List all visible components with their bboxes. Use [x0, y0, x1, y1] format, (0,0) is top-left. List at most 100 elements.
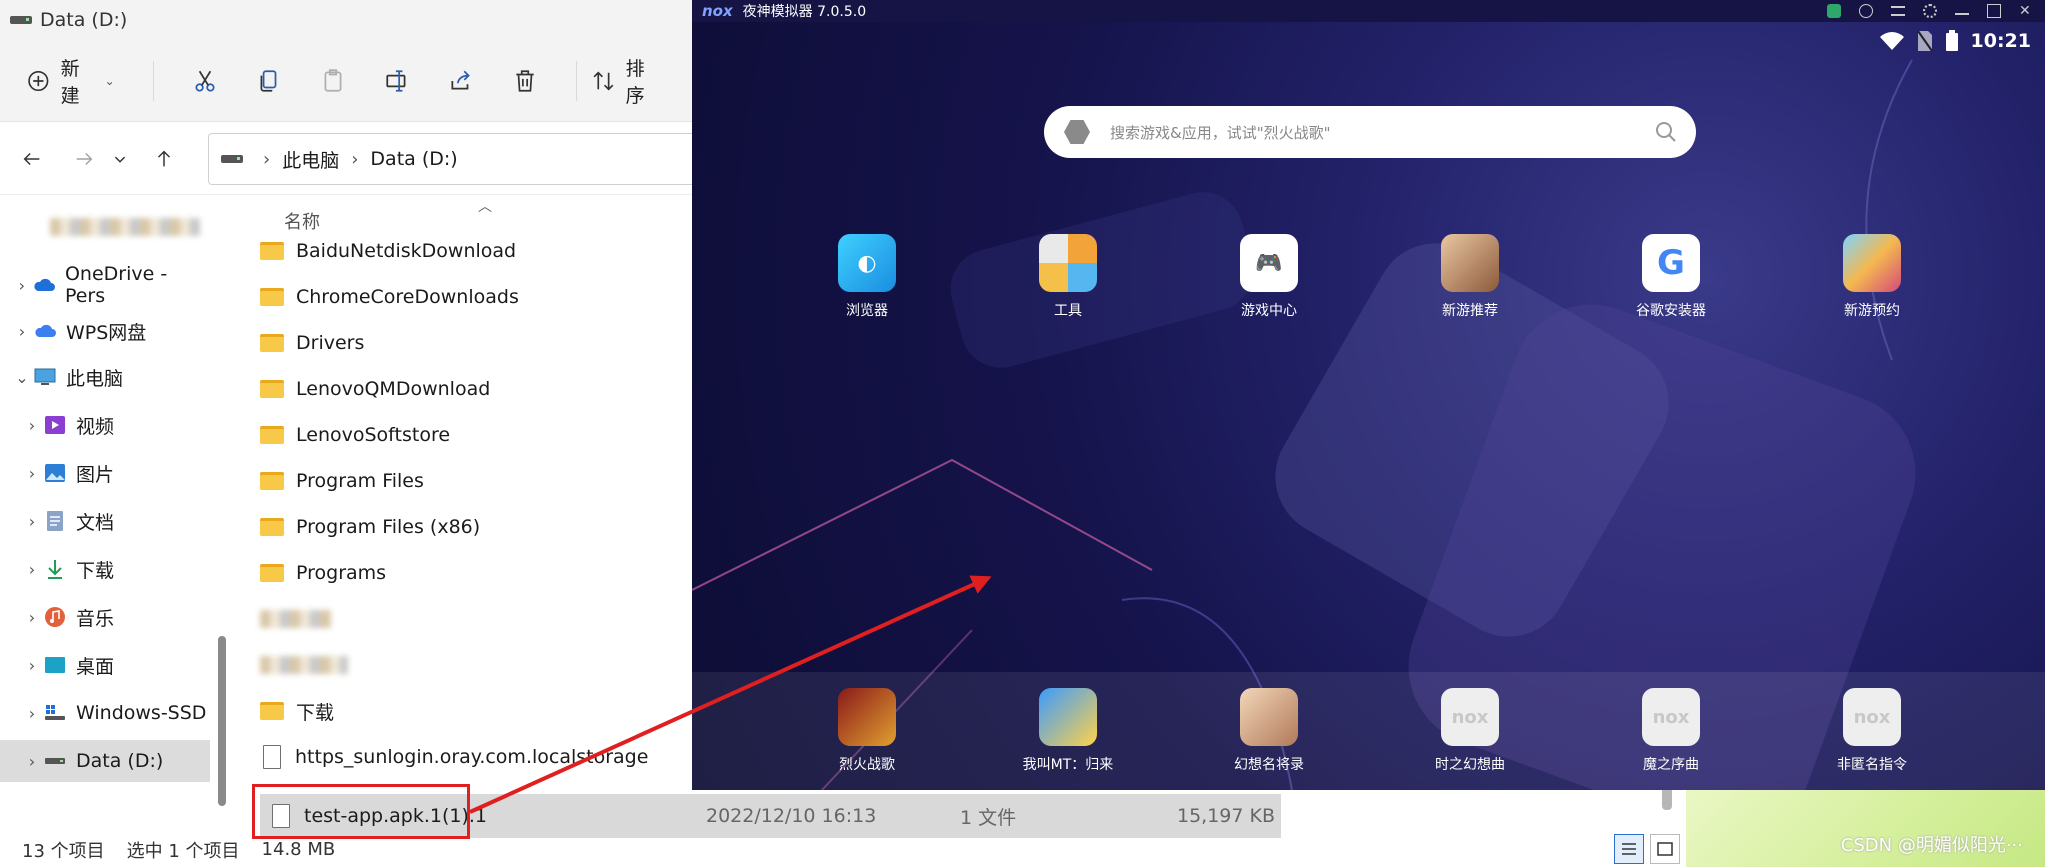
rename-button[interactable]	[384, 56, 410, 106]
game-character-icon	[1441, 234, 1499, 292]
minimize-icon[interactable]	[1955, 7, 1969, 15]
chevron-right-icon: ›	[28, 751, 36, 771]
list-item[interactable]: Program Files	[260, 460, 424, 502]
app-label: 谷歌安装器	[1636, 303, 1706, 319]
breadcrumb-this-pc[interactable]: 此电脑	[282, 146, 339, 173]
file-name: https_sunlogin.oray.com.localstorage	[295, 746, 649, 768]
nav-item-pictures[interactable]: › 图片	[0, 452, 210, 494]
app-dock-item[interactable]: 幻想名将录	[1199, 688, 1339, 774]
clock: 10:21	[1970, 30, 2031, 52]
app-google-installer[interactable]: G 谷歌安装器	[1601, 234, 1741, 320]
blurred-list-item[interactable]	[260, 644, 348, 686]
address-bar[interactable]: › 此电脑 › Data (D:)	[208, 133, 700, 185]
share-button[interactable]	[448, 56, 474, 106]
nav-item-downloads[interactable]: › 下载	[0, 548, 210, 590]
file-name: 下载	[296, 701, 335, 724]
app-label: 时之幻想曲	[1435, 757, 1505, 773]
nav-item-wps[interactable]: › WPS网盘	[0, 310, 210, 352]
nav-item-data-d[interactable]: › Data (D:)	[0, 740, 210, 782]
app-label: 幻想名将录	[1234, 757, 1304, 773]
nav-item-label: OneDrive - Pers	[64, 263, 168, 307]
breadcrumb-separator: ›	[351, 148, 359, 170]
download-arrow-icon	[42, 558, 68, 580]
app-label: 工具	[1054, 303, 1082, 319]
app-search-bar[interactable]: 搜索游戏&应用，试试"烈火战歌"	[1044, 106, 1696, 158]
browser-icon: ◐	[838, 234, 896, 292]
sort-button[interactable]: 排序	[591, 56, 662, 107]
thumbnail-view-button[interactable]	[1650, 834, 1680, 864]
watermark: CSDN @明媚似阳光···	[1840, 835, 2023, 856]
nav-item-onedrive[interactable]: › OneDrive - Pers	[0, 263, 210, 307]
list-item[interactable]: LenovoSoftstore	[260, 414, 450, 456]
app-game-center[interactable]: 🎮 游戏中心	[1199, 234, 1339, 320]
explorer-title-bar: Data (D:)	[0, 0, 700, 40]
nav-item-this-pc[interactable]: ⌄ 此电脑	[0, 356, 210, 398]
list-item[interactable]: LenovoQMDownload	[260, 368, 490, 410]
nox-logo: nox	[702, 2, 733, 20]
command-bar: 新建 ⌄ 排序	[0, 40, 700, 122]
nox-hex-logo-icon	[1064, 120, 1090, 144]
copy-icon	[260, 69, 277, 92]
nav-item-windows-ssd[interactable]: › Windows-SSD	[0, 692, 210, 734]
list-item[interactable]: https_sunlogin.oray.com.localstorage	[260, 736, 648, 778]
list-item[interactable]: 下载	[260, 690, 334, 732]
delete-button[interactable]	[512, 56, 538, 106]
nav-item-music[interactable]: › 音乐	[0, 596, 210, 638]
windows-drive-icon	[42, 702, 68, 724]
maximize-icon[interactable]	[1987, 4, 2001, 18]
navigation-row: › 此电脑 › Data (D:)	[0, 123, 700, 195]
folder-icon	[260, 426, 284, 444]
app-dock-item[interactable]: nox 魔之序曲	[1601, 688, 1741, 774]
nav-scrollbar[interactable]	[218, 636, 226, 806]
back-button[interactable]	[12, 139, 52, 179]
android-status-bar: 10:21	[1867, 30, 2031, 52]
status-bar: 13 个项目 选中 1 个项目 14.8 MB	[0, 832, 1700, 867]
chevron-down-icon: ⌄	[104, 73, 115, 88]
list-item[interactable]: BaiduNetdiskDownload	[260, 230, 516, 272]
chevron-right-icon: ›	[28, 463, 36, 483]
list-item[interactable]: Programs	[260, 552, 386, 594]
app-dock-item[interactable]: 我叫MT：归来	[998, 688, 1138, 774]
folder-icon	[260, 242, 284, 260]
list-item[interactable]: Drivers	[260, 322, 364, 364]
recent-locations-button[interactable]	[108, 139, 132, 179]
ribbon-divider	[575, 60, 577, 101]
cloud-icon	[32, 274, 57, 296]
new-button[interactable]: 新建 ⌄	[26, 56, 115, 107]
game-icon	[838, 688, 896, 746]
chevron-right-icon: ›	[28, 415, 36, 435]
cut-button[interactable]	[192, 56, 218, 106]
search-icon[interactable]	[1654, 120, 1678, 144]
nav-item-desktop[interactable]: › 桌面	[0, 644, 210, 686]
forward-button[interactable]	[64, 139, 104, 179]
gear-icon[interactable]	[1923, 4, 1937, 18]
green-badge-icon[interactable]	[1827, 4, 1841, 18]
app-preorder[interactable]: 新游预约	[1802, 234, 1942, 320]
blurred-content	[260, 656, 348, 674]
folder-icon	[260, 334, 284, 352]
picture-icon	[42, 462, 68, 484]
close-icon[interactable]: ✕	[2019, 4, 2033, 18]
nav-item-documents[interactable]: › 文档	[0, 500, 210, 542]
chevron-right-icon: ›	[28, 655, 36, 675]
app-tools[interactable]: 工具	[998, 234, 1138, 320]
blurred-nav-item[interactable]	[50, 206, 200, 248]
app-dock-item[interactable]: nox 时之幻想曲	[1400, 688, 1540, 774]
list-item[interactable]: ChromeCoreDownloads	[260, 276, 519, 318]
details-view-button[interactable]	[1614, 834, 1644, 864]
nav-item-videos[interactable]: › 视频	[0, 404, 210, 446]
app-dock-item[interactable]: 烈火战歌	[797, 688, 937, 774]
paste-button[interactable]	[320, 56, 346, 106]
help-icon[interactable]	[1859, 4, 1873, 18]
blurred-list-item[interactable]	[260, 598, 332, 640]
selected-size: 14.8 MB	[261, 839, 336, 860]
nav-item-label: 桌面	[76, 655, 115, 678]
copy-button[interactable]	[256, 56, 282, 106]
up-button[interactable]	[144, 139, 184, 179]
app-browser[interactable]: ◐ 浏览器	[797, 234, 937, 320]
breadcrumb-data-d[interactable]: Data (D:)	[370, 148, 457, 170]
list-item[interactable]: Program Files (x86)	[260, 506, 480, 548]
menu-icon[interactable]	[1891, 6, 1905, 16]
app-dock-item[interactable]: nox 非匿名指令	[1802, 688, 1942, 774]
app-new-games[interactable]: 新游推荐	[1400, 234, 1540, 320]
